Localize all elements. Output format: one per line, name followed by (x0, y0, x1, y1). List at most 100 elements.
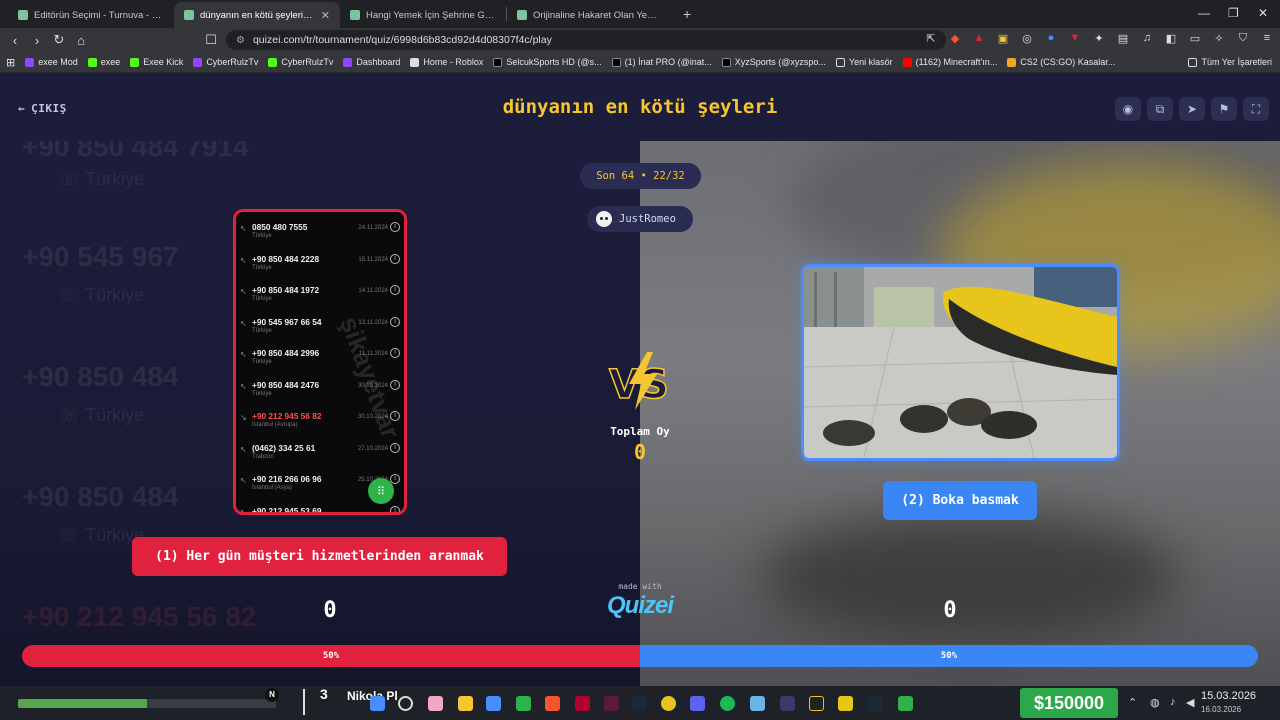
bookmark-item[interactable]: (1) İnat PRO (@inat... (611, 57, 712, 67)
call-number: +90 212 945 56 82 (252, 411, 322, 421)
forward-icon[interactable]: › (26, 33, 48, 48)
rewards-icon[interactable]: ▲ (972, 32, 986, 45)
wallet-icon[interactable]: ▭ (1188, 32, 1202, 45)
clock-date[interactable]: 16.03.2026 (1201, 705, 1241, 714)
avatar (596, 211, 612, 227)
blurred-text: +90 212 945 56 82 (22, 601, 257, 632)
store-icon[interactable] (486, 696, 501, 711)
copy-link-icon[interactable]: ⧉ (1147, 97, 1173, 121)
blurred-text: +90 850 484 7914 (22, 141, 249, 162)
bookmark-item[interactable]: Dashboard (343, 57, 400, 67)
call-number: +90 216 266 06 96 (252, 474, 322, 484)
maximize-icon[interactable]: ❐ (1228, 6, 1239, 20)
bookmark-item[interactable]: CS2 (CS:GO) Kasalar... (1007, 57, 1115, 67)
puzzle-icon[interactable]: ✦ (1092, 32, 1106, 45)
share-icon[interactable]: ⇱ (924, 32, 938, 45)
site-info-icon[interactable]: ⚙ (236, 35, 245, 46)
close-window-icon[interactable]: ✕ (1258, 6, 1268, 20)
bookmark-icon[interactable]: ☐ (200, 32, 222, 48)
extension-icon[interactable]: ◎ (1020, 32, 1034, 45)
eye-icon[interactable]: ◉ (1115, 97, 1141, 121)
all-bookmarks[interactable]: Tüm Yer İşaretleri (1188, 57, 1272, 67)
call-location: İstanbul (Asya) (252, 485, 293, 491)
start-icon[interactable] (370, 696, 385, 711)
microphone-icon[interactable]: ♪ (1170, 696, 1176, 708)
url-field[interactable]: ⚙ quizei.com/tr/tournament/quiz/6998d6b8… (226, 30, 946, 50)
total-votes-value: 0 (633, 440, 647, 464)
call-direction-icon: ↖ (240, 381, 247, 391)
close-tab-icon[interactable]: ✕ (321, 9, 330, 22)
brave-icon[interactable] (545, 696, 560, 711)
brave-shield-icon[interactable]: ◆ (948, 32, 962, 45)
call-number: (0462) 334 25 61 (252, 442, 316, 453)
reload-icon[interactable]: ↻ (48, 32, 70, 48)
quizei-logo[interactable]: Quizei (590, 592, 690, 620)
rockstar-icon[interactable] (809, 696, 824, 711)
vote-option1-button[interactable]: (1) Her gün müşteri hizmetlerinden aranm… (132, 537, 507, 576)
back-icon[interactable]: ‹ (4, 33, 26, 48)
steam-icon[interactable] (868, 696, 883, 711)
extension-icon[interactable]: ● (1044, 32, 1058, 45)
app-icon[interactable] (838, 696, 853, 711)
vote-option2-button[interactable]: (2) Boka basmak (883, 481, 1037, 520)
browser-tab-active[interactable]: dünyanın en kötü şeyleri - Tier L ✕ (174, 2, 340, 28)
browser-tab[interactable]: Hangi Yemek İçin Şehrine Gidersin? (340, 2, 506, 28)
opera-icon[interactable] (575, 696, 590, 711)
discord-icon[interactable] (690, 696, 705, 711)
bookmark-item[interactable]: CyberRulzTv (268, 57, 333, 67)
bookmark-item[interactable]: Home - Roblox (410, 57, 483, 67)
volume-icon[interactable]: ◀ (1186, 696, 1194, 709)
call-log-row: ↖ +90 545 967 66 54 Türkiye 13.11.2024 i (240, 316, 400, 347)
apps-grid-icon[interactable]: ⊞ (6, 56, 15, 69)
vpn-icon[interactable]: ⛉ (1236, 32, 1250, 45)
new-tab-icon[interactable]: + (673, 6, 701, 22)
chrome-icon[interactable] (661, 696, 676, 711)
fullscreen-icon[interactable]: ⛶ (1243, 97, 1269, 121)
browser-tab[interactable]: Orijinaline Hakaret Olan Yemek - Tie (507, 2, 673, 28)
extension-icon[interactable]: ▼ (1068, 32, 1082, 45)
creator-badge[interactable]: JustRomeo (587, 206, 693, 232)
search-icon[interactable] (398, 696, 413, 711)
spotify-icon[interactable] (720, 696, 735, 711)
bookmark-item[interactable]: Exee Kick (130, 57, 183, 67)
bookmark-item[interactable]: SelcukSports HD (@s... (493, 57, 602, 67)
network-icon[interactable]: ◍ (1150, 696, 1160, 709)
app-icon[interactable] (750, 696, 765, 711)
send-icon[interactable]: ➤ (1179, 97, 1205, 121)
extension-icon[interactable]: ▣ (996, 32, 1010, 45)
widgets-icon[interactable] (428, 696, 443, 711)
clock-time[interactable]: 15.03.2026 (1201, 690, 1256, 702)
bookmark-item[interactable]: XyzSports (@xyzspo... (721, 57, 826, 67)
flag-icon[interactable]: ⚑ (1211, 97, 1237, 121)
call-direction-icon: ↖ (240, 287, 247, 296)
option1-image[interactable]: ↖ 0850 480 7555 Türkiye 24.11.2024 i ↖ +90 850… (233, 209, 407, 515)
info-icon: i (390, 348, 400, 358)
app-icon[interactable] (780, 696, 795, 711)
bookmark-item[interactable]: Yeni klasör (835, 57, 893, 67)
steam-icon[interactable] (632, 696, 647, 711)
home-icon[interactable]: ⌂ (70, 33, 92, 48)
app-icon[interactable] (516, 696, 531, 711)
blurred-text: ☏ Türkiye (58, 169, 145, 189)
kick-icon (87, 57, 97, 67)
menu-icon[interactable]: ≡ (1260, 32, 1274, 45)
chevron-up-icon[interactable]: ⌃ (1128, 696, 1137, 709)
option1-score: 0 (323, 598, 337, 623)
app-icon[interactable] (898, 696, 913, 711)
call-location: Türkiye (252, 233, 272, 239)
extension-icon[interactable]: ▤ (1116, 32, 1130, 45)
bookmark-item[interactable]: CyberRulzTv (193, 57, 258, 67)
file-explorer-icon[interactable] (458, 696, 473, 711)
tab-title: Orijinaline Hakaret Olan Yemek - Tie (533, 9, 663, 21)
option2-image[interactable] (801, 264, 1120, 461)
media-icon[interactable]: ♫ (1140, 32, 1154, 45)
bookmark-item[interactable]: exee (87, 57, 120, 67)
minimize-icon[interactable]: — (1198, 6, 1210, 20)
sidebar-icon[interactable]: ◧ (1164, 32, 1178, 45)
browser-tab[interactable]: Editörün Seçimi - Turnuva - Quizei (8, 2, 174, 28)
leo-icon[interactable]: ✧ (1212, 32, 1226, 45)
app-icon[interactable] (604, 696, 619, 711)
bookmark-item[interactable]: exee Mod (25, 57, 78, 67)
bookmark-item[interactable]: (1162) Minecraft'ın... (902, 57, 997, 67)
option1-percentage: 50% (22, 645, 640, 667)
